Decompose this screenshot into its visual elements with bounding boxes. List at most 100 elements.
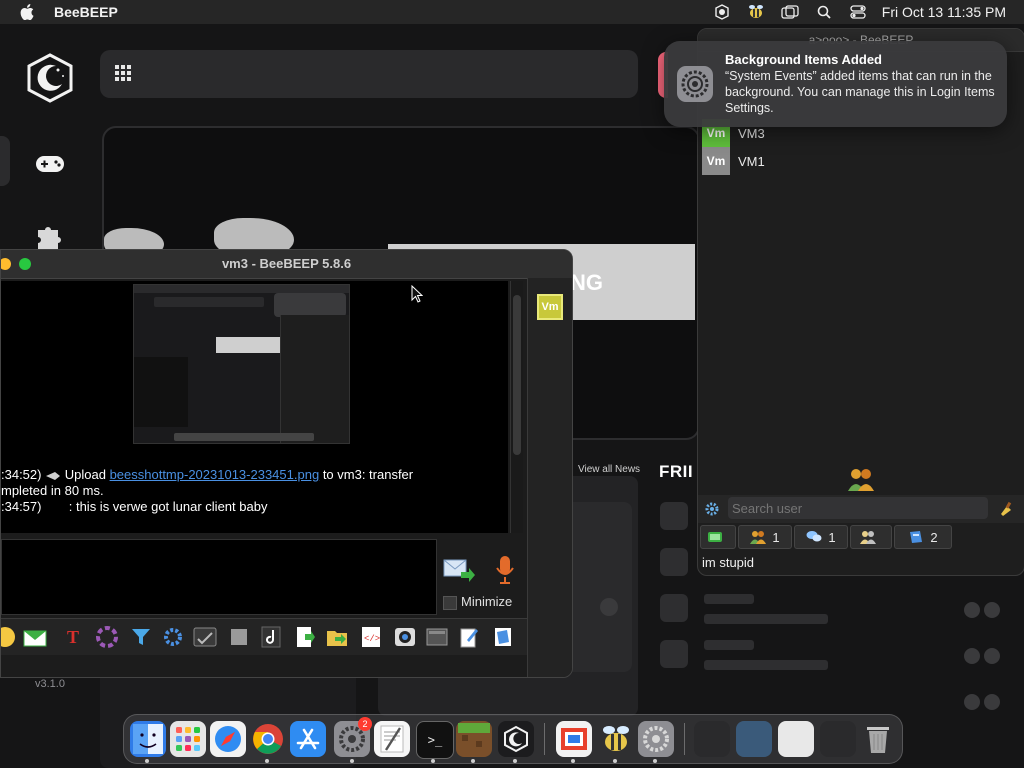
- terminal-icon[interactable]: >_: [416, 721, 454, 759]
- message-prefix: Upload: [64, 467, 106, 482]
- microphone-icon[interactable]: [495, 555, 515, 585]
- search-icon[interactable]: [814, 4, 834, 20]
- friend-action-dot[interactable]: [984, 694, 1000, 710]
- upload-file-link[interactable]: beesshottmp-20231013-233451.png: [110, 467, 320, 482]
- email-icon[interactable]: [23, 625, 47, 649]
- version-label: v3.1.0: [35, 678, 65, 690]
- friend-action-dot[interactable]: [984, 602, 1000, 618]
- recent-screenshot-icon[interactable]: [820, 721, 856, 757]
- edit-icon[interactable]: [457, 625, 481, 649]
- friend-avatar[interactable]: [660, 640, 688, 668]
- app-store-icon[interactable]: [290, 721, 326, 757]
- gear-icon[interactable]: [704, 501, 720, 517]
- groups-count: 1: [772, 529, 780, 545]
- textedit-icon[interactable]: [374, 721, 410, 757]
- friend-name-placeholder: [704, 594, 754, 604]
- window-share-icon[interactable]: [491, 625, 515, 649]
- friend-action-dot[interactable]: [964, 694, 980, 710]
- dock-separator: [684, 723, 685, 755]
- user-search-row: [698, 495, 1024, 523]
- clear-search-icon[interactable]: [998, 501, 1014, 517]
- share-file-icon[interactable]: [325, 625, 349, 649]
- finder-icon[interactable]: [130, 721, 166, 757]
- scroll-thumb[interactable]: [513, 295, 521, 455]
- friend-avatar[interactable]: [660, 548, 688, 576]
- screenshot-icon[interactable]: [425, 625, 449, 649]
- font-icon[interactable]: T: [61, 625, 85, 649]
- chat-window-title: vm3 - BeeBEEP 5.8.6: [221, 256, 352, 271]
- friend-action-dot[interactable]: [984, 648, 1000, 664]
- trash-icon[interactable]: [860, 721, 896, 757]
- filter-tab-chats[interactable]: 1: [794, 525, 848, 549]
- member-avatar[interactable]: Vm: [537, 294, 563, 320]
- note-icon[interactable]: [259, 625, 283, 649]
- beebeep-dock-icon[interactable]: [598, 721, 634, 757]
- chat-titlebar[interactable]: vm3 - BeeBEEP 5.8.6: [1, 250, 572, 279]
- puzzle-icon[interactable]: [34, 220, 66, 252]
- control-center-icon[interactable]: [848, 4, 868, 20]
- lunar-search-bar[interactable]: [100, 50, 638, 98]
- lunar-logo-icon[interactable]: [24, 52, 76, 104]
- screenshot-app-icon[interactable]: [556, 721, 592, 757]
- friend-avatar[interactable]: [660, 594, 688, 622]
- dock-separator: [544, 723, 545, 755]
- beebeep-menu-icon[interactable]: [746, 4, 766, 20]
- gamepad-icon[interactable]: [34, 148, 66, 180]
- friend-action-dot[interactable]: [964, 602, 980, 618]
- active-app-name[interactable]: BeeBEEP: [54, 4, 118, 20]
- safari-icon[interactable]: [210, 721, 246, 757]
- lunar-client-icon[interactable]: [498, 721, 534, 757]
- filter-tab-groups[interactable]: 1: [738, 525, 792, 549]
- save-chat-icon[interactable]: [293, 625, 317, 649]
- minecraft-icon[interactable]: [456, 721, 492, 757]
- user-status-message[interactable]: im stupid: [702, 555, 754, 570]
- send-icon[interactable]: [443, 557, 475, 583]
- user-name: VM1: [738, 153, 765, 169]
- lunar-menu-icon[interactable]: [712, 4, 732, 20]
- emoji-icon[interactable]: [1, 625, 17, 649]
- chrome-icon[interactable]: [250, 721, 286, 757]
- friend-avatar[interactable]: [660, 502, 688, 530]
- message-time: :34:57): [1, 499, 42, 514]
- message-time: :34:52): [1, 467, 42, 482]
- window-icon[interactable]: [780, 4, 800, 20]
- launchpad-icon[interactable]: [170, 721, 206, 757]
- recent-window-icon[interactable]: [736, 721, 772, 757]
- mouse-cursor: [411, 284, 424, 303]
- camera-icon[interactable]: [393, 625, 417, 649]
- grid-icon[interactable]: [114, 64, 134, 84]
- menu-clock[interactable]: Fri Oct 13 11:35 PM: [882, 4, 1006, 20]
- minimize-checkbox[interactable]: [443, 596, 457, 610]
- apple-icon[interactable]: [20, 4, 36, 20]
- filter-icon[interactable]: [129, 625, 153, 649]
- chat-history[interactable]: :34:52) Upload beesshottmp-20231013-2334…: [1, 281, 508, 533]
- screenshot-thumbnail[interactable]: [133, 284, 350, 444]
- friend-action-dot[interactable]: [964, 648, 980, 664]
- chat-message: :34:57) : this is verwe got lunar client…: [1, 499, 267, 514]
- color-icon[interactable]: [95, 625, 119, 649]
- message-input[interactable]: [1, 539, 437, 615]
- recent-document-icon[interactable]: [778, 721, 814, 757]
- system-preferences-icon[interactable]: [638, 721, 674, 757]
- view-all-news-link[interactable]: View all News: [578, 464, 640, 475]
- settings-icon[interactable]: [161, 625, 185, 649]
- file-icon: [908, 530, 924, 544]
- upload-icon: [45, 470, 61, 482]
- running-indicator: [513, 759, 517, 763]
- friends-title: FRII: [659, 462, 694, 481]
- code-icon[interactable]: </>: [359, 625, 383, 649]
- chat-scrollbar[interactable]: [510, 281, 523, 533]
- spellcheck-icon[interactable]: [193, 625, 217, 649]
- carousel-dot[interactable]: [600, 598, 618, 616]
- user-row[interactable]: Vm VM1: [702, 147, 765, 175]
- dictionary-icon[interactable]: [227, 625, 251, 649]
- filter-tab-users[interactable]: [850, 525, 892, 549]
- running-indicator: [613, 759, 617, 763]
- search-user-input[interactable]: [728, 497, 988, 519]
- filter-tab-files[interactable]: 2: [894, 525, 952, 549]
- friend-status-placeholder: [704, 614, 828, 624]
- filter-tab-online[interactable]: [700, 525, 736, 549]
- recent-app-icon[interactable]: [694, 721, 730, 757]
- system-notification[interactable]: Background Items Added “System Events” a…: [664, 41, 1007, 127]
- user-filter-tabs: 1 1 2: [698, 525, 1024, 549]
